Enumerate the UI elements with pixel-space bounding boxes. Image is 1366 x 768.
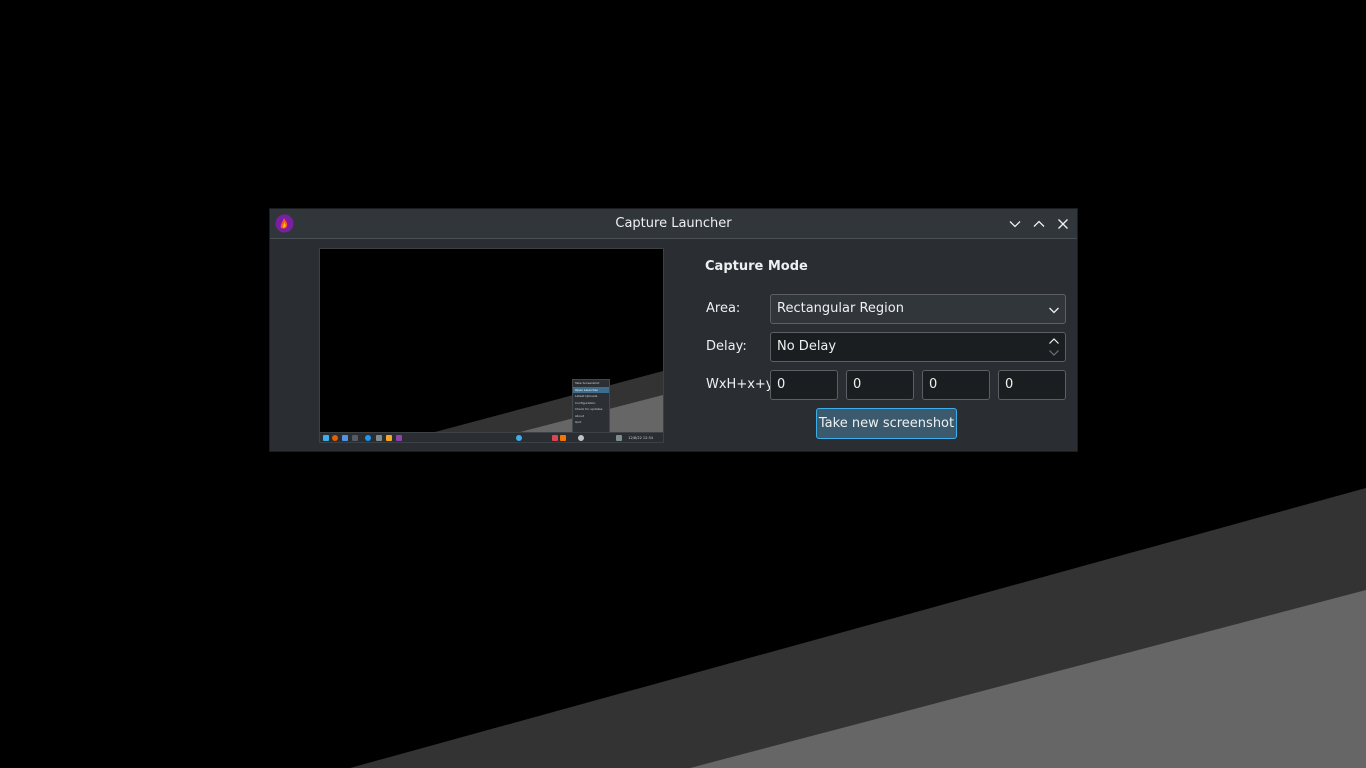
x-offset-field-value: 0: [929, 377, 938, 392]
spin-up-icon[interactable]: [1048, 337, 1060, 345]
preview-app-icon: [365, 435, 371, 441]
minimize-button[interactable]: [1006, 215, 1023, 232]
preview-files-icon: [342, 435, 348, 441]
preview-tray-icon: [616, 435, 622, 441]
preview-tray-menu: Take Screenshot Open Launcher Latest Upl…: [572, 379, 610, 434]
preview-app-icon: [352, 435, 358, 441]
delay-label: Delay:: [706, 339, 747, 354]
delay-spinbox[interactable]: No Delay: [770, 332, 1066, 362]
flameshot-icon[interactable]: [275, 214, 294, 233]
y-offset-field-value: 0: [1005, 377, 1014, 392]
preview-app-icon: [386, 435, 392, 441]
take-screenshot-button[interactable]: Take new screenshot: [816, 408, 957, 439]
preview-menu-item: Quit: [575, 420, 582, 424]
capture-mode-heading: Capture Mode: [705, 259, 808, 274]
preview-firefox-icon: [332, 435, 338, 441]
capture-launcher-window: Capture Launcher Take Screenshot Open La…: [270, 209, 1077, 451]
minimize-icon: [1009, 220, 1020, 227]
preview-taskbar: 12/8/22 12:34: [320, 432, 663, 442]
area-select-value: Rectangular Region: [777, 301, 904, 316]
preview-launcher-icon: [323, 435, 329, 441]
preview-tray-icon: [578, 435, 584, 441]
preview-wallpaper: [435, 371, 663, 432]
preview-app-icon: [376, 435, 382, 441]
height-field-value: 0: [853, 377, 862, 392]
width-field[interactable]: 0: [770, 370, 838, 400]
spin-down-icon[interactable]: [1048, 349, 1060, 357]
preview-tray-icon: [560, 435, 566, 441]
chevron-down-icon: [1049, 307, 1059, 314]
close-button[interactable]: [1054, 215, 1071, 232]
y-offset-field[interactable]: 0: [998, 370, 1066, 400]
close-icon: [1057, 218, 1068, 229]
window-title: Capture Launcher: [615, 216, 732, 231]
width-field-value: 0: [777, 377, 786, 392]
area-select[interactable]: Rectangular Region: [770, 294, 1066, 324]
maximize-icon: [1033, 220, 1044, 227]
height-field[interactable]: 0: [846, 370, 914, 400]
x-offset-field[interactable]: 0: [922, 370, 990, 400]
geometry-label: WxH+x+y: [706, 377, 774, 392]
delay-spinbox-value: No Delay: [777, 339, 837, 354]
preview-tray-icon: [552, 435, 558, 441]
preview-tray-icon: [516, 435, 522, 441]
maximize-button[interactable]: [1030, 215, 1047, 232]
titlebar[interactable]: Capture Launcher: [270, 209, 1077, 239]
preview-clock: 12/8/22 12:34: [628, 436, 653, 440]
screenshot-preview[interactable]: Take Screenshot Open Launcher Latest Upl…: [319, 248, 664, 443]
area-label: Area:: [706, 301, 741, 316]
preview-app-icon: [396, 435, 402, 441]
